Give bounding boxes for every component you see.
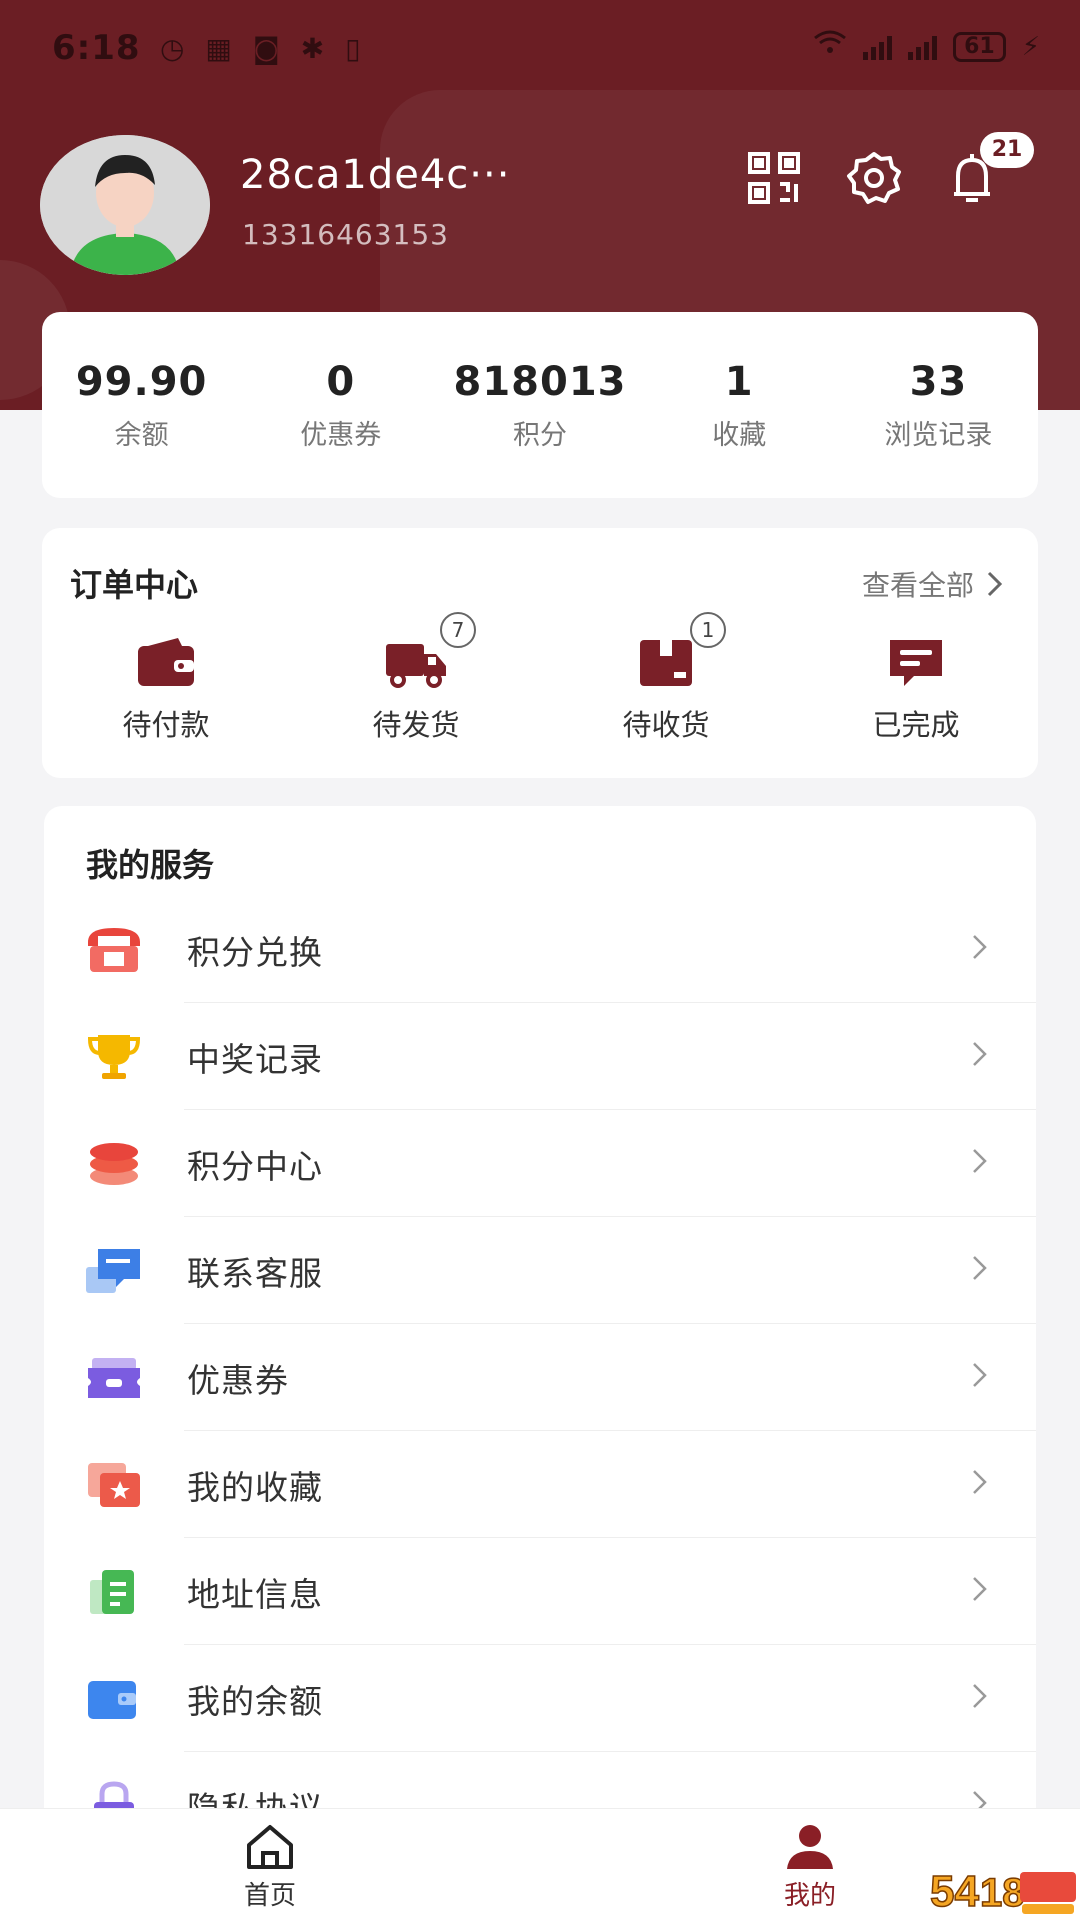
- service-label: 我的收藏: [187, 1468, 323, 1507]
- charging-icon: ⚡: [1021, 31, 1040, 62]
- wifi-icon: [813, 30, 847, 63]
- stat-favorites[interactable]: 1 收藏: [640, 312, 839, 498]
- notification-badge: 21: [980, 132, 1034, 168]
- order-center-title: 订单中心: [70, 566, 199, 604]
- service-points-center[interactable]: 积分中心: [44, 1110, 1036, 1217]
- order-label: 待收货: [622, 708, 710, 742]
- message-done-icon: [884, 634, 948, 690]
- services-title: 我的服务: [86, 846, 215, 884]
- battery-indicator: 61: [953, 31, 1006, 62]
- service-my-favorites[interactable]: 我的收藏: [44, 1431, 1036, 1538]
- stat-label: 余额: [114, 419, 169, 451]
- service-label: 联系客服: [187, 1254, 323, 1293]
- order-count-badge: 7: [440, 612, 476, 648]
- stat-label: 收藏: [712, 419, 767, 451]
- service-coupons[interactable]: 优惠券: [44, 1324, 1036, 1431]
- service-label: 积分兑换: [187, 933, 323, 972]
- service-label: 优惠券: [187, 1361, 289, 1400]
- bottom-navigation: 首页 我的: [0, 1808, 1080, 1920]
- service-my-balance[interactable]: 我的余额: [44, 1645, 1036, 1752]
- order-label: 待付款: [122, 708, 210, 742]
- nav-mine-label: 我的: [783, 1881, 836, 1911]
- service-label: 中奖记录: [187, 1040, 323, 1079]
- home-icon: [247, 1825, 293, 1869]
- order-to-receive[interactable]: 1 待收货: [566, 612, 766, 744]
- svg-text:18: 18: [980, 1871, 1025, 1915]
- service-address-info[interactable]: 地址信息: [44, 1538, 1036, 1645]
- service-prize-records[interactable]: 中奖记录: [44, 1003, 1036, 1110]
- order-pending-payment[interactable]: 待付款: [66, 634, 266, 744]
- order-center-card: 订单中心 查看全部 待付款 7 待发货 1 待收货 已完成: [42, 528, 1038, 778]
- favorite-box-icon: [84, 1459, 144, 1511]
- status-notification-icons: ◷ ▦ ◙ ✱ ▯: [160, 32, 367, 65]
- my-services-card: 我的服务 积分兑换 中奖记录 积分中心 联系客服 优惠券 我的收藏 地址信息 我…: [44, 806, 1036, 1916]
- stat-value: 818013: [453, 358, 627, 405]
- chevron-right-icon: [973, 1470, 987, 1494]
- chevron-right-icon: [987, 571, 1003, 597]
- address-book-icon: [84, 1566, 144, 1618]
- chevron-right-icon: [973, 935, 987, 959]
- stat-value: 1: [724, 358, 754, 405]
- chat-icon: [84, 1245, 144, 1297]
- site-watermark-logo: 54 18: [928, 1862, 1078, 1918]
- wallet-icon: [134, 634, 198, 690]
- service-label: 地址信息: [187, 1575, 323, 1614]
- order-to-ship[interactable]: 7 待发货: [316, 612, 516, 744]
- status-right-group: 61 ⚡: [813, 30, 1040, 63]
- service-label: 我的余额: [187, 1682, 323, 1721]
- package-icon: 1: [634, 612, 726, 690]
- stats-card: 99.90 余额 0 优惠券 818013 积分 1 收藏 33 浏览记录: [42, 312, 1038, 498]
- stat-value: 0: [326, 358, 356, 405]
- coins-stack-icon: [84, 1138, 144, 1190]
- trophy-icon: [84, 1031, 144, 1083]
- stat-coupons[interactable]: 0 优惠券: [241, 312, 440, 498]
- nav-home[interactable]: 首页: [200, 1823, 340, 1912]
- service-label: 积分中心: [187, 1147, 323, 1186]
- chevron-right-icon: [973, 1684, 987, 1708]
- chevron-right-icon: [973, 1363, 987, 1387]
- svg-text:54: 54: [930, 1867, 979, 1916]
- username[interactable]: 28ca1de4c···: [240, 152, 510, 198]
- chevron-right-icon: [973, 1577, 987, 1601]
- stat-label: 优惠券: [300, 419, 382, 451]
- signal-icon: [863, 34, 893, 60]
- chevron-right-icon: [973, 1256, 987, 1280]
- order-count-badge: 1: [690, 612, 726, 648]
- status-time: 6:18: [52, 28, 141, 68]
- stat-balance[interactable]: 99.90 余额: [42, 312, 241, 498]
- nav-mine[interactable]: 我的: [740, 1823, 880, 1912]
- truck-icon: 7: [384, 612, 476, 690]
- signal-icon: [908, 34, 938, 60]
- stat-points[interactable]: 818013 积分: [440, 312, 639, 498]
- ticket-icon: [84, 1352, 144, 1404]
- stat-value: 33: [909, 358, 968, 405]
- stat-label: 浏览记录: [884, 419, 993, 451]
- stat-label: 积分: [513, 419, 567, 451]
- stat-history[interactable]: 33 浏览记录: [839, 312, 1038, 498]
- phone-number: 13316463153: [242, 218, 449, 251]
- status-bar: 6:18 ◷ ▦ ◙ ✱ ▯ 61 ⚡: [0, 0, 1080, 100]
- chevron-right-icon: [973, 1042, 987, 1066]
- avatar[interactable]: [40, 135, 210, 275]
- shop-icon: [84, 924, 144, 976]
- qr-code-icon[interactable]: [746, 150, 802, 206]
- service-points-exchange[interactable]: 积分兑换: [44, 896, 1036, 1003]
- view-all-label: 查看全部: [861, 569, 974, 602]
- settings-gear-icon[interactable]: [846, 150, 902, 206]
- wallet-card-icon: [84, 1673, 144, 1725]
- nav-home-label: 首页: [243, 1881, 296, 1911]
- order-label: 已完成: [872, 708, 960, 742]
- order-label: 待发货: [372, 708, 460, 742]
- order-completed[interactable]: 已完成: [816, 634, 1016, 744]
- stat-value: 99.90: [75, 358, 208, 405]
- user-icon: [787, 1825, 833, 1869]
- chevron-right-icon: [973, 1149, 987, 1173]
- service-customer-support[interactable]: 联系客服: [44, 1217, 1036, 1324]
- view-all-orders-link[interactable]: 查看全部: [862, 564, 1004, 604]
